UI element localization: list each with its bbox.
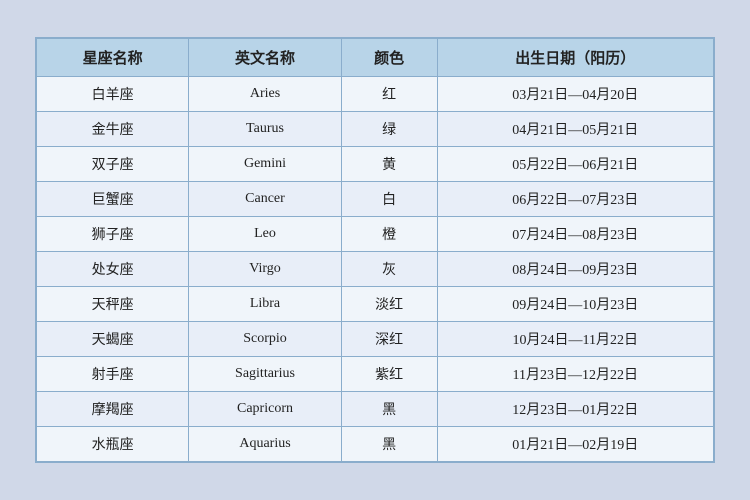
cell-dates: 05月22日—06月21日 [437,147,713,182]
cell-color: 灰 [341,252,437,287]
table-row: 金牛座Taurus绿04月21日—05月21日 [37,112,714,147]
cell-color: 深红 [341,322,437,357]
cell-english-name: Virgo [189,252,341,287]
cell-chinese-name: 金牛座 [37,112,189,147]
cell-chinese-name: 天秤座 [37,287,189,322]
table-row: 摩羯座Capricorn黑12月23日—01月22日 [37,392,714,427]
table-body: 白羊座Aries红03月21日—04月20日金牛座Taurus绿04月21日—0… [37,77,714,462]
table-row: 白羊座Aries红03月21日—04月20日 [37,77,714,112]
cell-english-name: Aquarius [189,427,341,462]
cell-english-name: Cancer [189,182,341,217]
cell-english-name: Libra [189,287,341,322]
cell-chinese-name: 处女座 [37,252,189,287]
cell-color: 黄 [341,147,437,182]
table-row: 天蝎座Scorpio深红10月24日—11月22日 [37,322,714,357]
cell-chinese-name: 狮子座 [37,217,189,252]
cell-color: 红 [341,77,437,112]
cell-dates: 10月24日—11月22日 [437,322,713,357]
cell-dates: 01月21日—02月19日 [437,427,713,462]
table-row: 射手座Sagittarius紫红11月23日—12月22日 [37,357,714,392]
cell-dates: 11月23日—12月22日 [437,357,713,392]
table-row: 巨蟹座Cancer白06月22日—07月23日 [37,182,714,217]
cell-color: 白 [341,182,437,217]
cell-english-name: Scorpio [189,322,341,357]
cell-color: 紫红 [341,357,437,392]
cell-chinese-name: 天蝎座 [37,322,189,357]
cell-english-name: Aries [189,77,341,112]
cell-dates: 07月24日—08月23日 [437,217,713,252]
cell-english-name: Capricorn [189,392,341,427]
cell-color: 淡红 [341,287,437,322]
cell-english-name: Taurus [189,112,341,147]
header-english-name: 英文名称 [189,39,341,77]
cell-dates: 04月21日—05月21日 [437,112,713,147]
cell-dates: 09月24日—10月23日 [437,287,713,322]
table-row: 处女座Virgo灰08月24日—09月23日 [37,252,714,287]
header-color: 颜色 [341,39,437,77]
cell-chinese-name: 白羊座 [37,77,189,112]
table-header-row: 星座名称 英文名称 颜色 出生日期（阳历） [37,39,714,77]
table-row: 双子座Gemini黄05月22日—06月21日 [37,147,714,182]
cell-chinese-name: 摩羯座 [37,392,189,427]
cell-english-name: Sagittarius [189,357,341,392]
cell-color: 黑 [341,392,437,427]
cell-color: 黑 [341,427,437,462]
cell-english-name: Gemini [189,147,341,182]
table-row: 水瓶座Aquarius黑01月21日—02月19日 [37,427,714,462]
cell-color: 橙 [341,217,437,252]
table-row: 狮子座Leo橙07月24日—08月23日 [37,217,714,252]
header-chinese-name: 星座名称 [37,39,189,77]
cell-chinese-name: 双子座 [37,147,189,182]
cell-chinese-name: 水瓶座 [37,427,189,462]
cell-chinese-name: 巨蟹座 [37,182,189,217]
cell-english-name: Leo [189,217,341,252]
cell-dates: 08月24日—09月23日 [437,252,713,287]
table-row: 天秤座Libra淡红09月24日—10月23日 [37,287,714,322]
cell-dates: 03月21日—04月20日 [437,77,713,112]
cell-color: 绿 [341,112,437,147]
cell-chinese-name: 射手座 [37,357,189,392]
header-dates: 出生日期（阳历） [437,39,713,77]
cell-dates: 06月22日—07月23日 [437,182,713,217]
cell-dates: 12月23日—01月22日 [437,392,713,427]
zodiac-table-container: 星座名称 英文名称 颜色 出生日期（阳历） 白羊座Aries红03月21日—04… [35,37,715,463]
zodiac-table: 星座名称 英文名称 颜色 出生日期（阳历） 白羊座Aries红03月21日—04… [36,38,714,462]
